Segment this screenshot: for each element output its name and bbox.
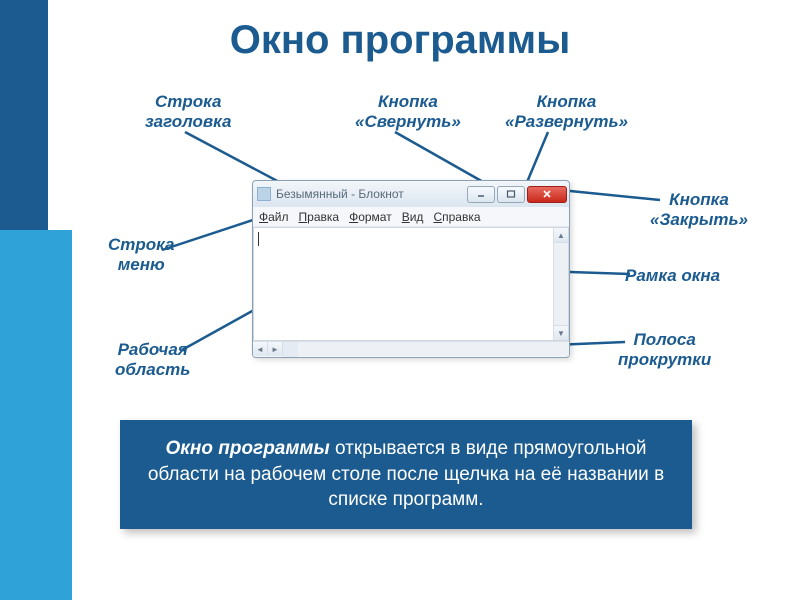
menu-format[interactable]: Формат: [349, 210, 392, 224]
minimize-icon: [476, 190, 486, 198]
close-icon: [541, 189, 553, 199]
menu-bar[interactable]: Файл Правка Формат Вид Справка: [253, 207, 569, 227]
notepad-window[interactable]: Безымянный - Блокнот Файл Правка Формат …: [252, 180, 570, 358]
label-frame: Рамка окна: [625, 266, 720, 286]
menu-edit[interactable]: Правка: [299, 210, 340, 224]
close-button[interactable]: [527, 186, 567, 203]
window-titlebar[interactable]: Безымянный - Блокнот: [253, 181, 569, 207]
label-workarea: Рабочаяобласть: [115, 340, 190, 381]
scroll-corner: [283, 342, 298, 357]
label-menubar: Строкаменю: [108, 235, 174, 276]
accent-stripe-light: [0, 230, 72, 600]
scroll-down-icon[interactable]: ▼: [554, 325, 568, 340]
description-box: Окно программы открывается в виде прямоу…: [120, 420, 692, 529]
app-icon: [257, 187, 271, 201]
menu-view[interactable]: Вид: [402, 210, 424, 224]
label-scrollbar: Полосапрокрутки: [618, 330, 711, 371]
label-titlebar: Строказаголовка: [145, 92, 231, 133]
label-close: Кнопка«Закрыть»: [650, 190, 748, 231]
description-bold: Окно программы: [165, 438, 329, 459]
minimize-button[interactable]: [467, 186, 495, 203]
page-title: Окно программы: [0, 18, 800, 63]
scroll-left-icon[interactable]: ◄: [253, 342, 268, 356]
maximize-icon: [506, 190, 516, 198]
label-minimize: Кнопка«Свернуть»: [355, 92, 461, 133]
maximize-button[interactable]: [497, 186, 525, 203]
menu-file[interactable]: Файл: [259, 210, 289, 224]
window-title-text: Безымянный - Блокнот: [276, 187, 465, 201]
vertical-scrollbar[interactable]: ▲ ▼: [553, 228, 568, 340]
label-maximize: Кнопка«Развернуть»: [505, 92, 628, 133]
horizontal-scrollbar[interactable]: ◄ ►: [253, 341, 569, 356]
scroll-up-icon[interactable]: ▲: [554, 228, 568, 243]
menu-help[interactable]: Справка: [433, 210, 480, 224]
text-area[interactable]: ▲ ▼: [253, 227, 569, 341]
scroll-right-icon[interactable]: ►: [268, 342, 283, 356]
text-caret: [258, 232, 259, 246]
